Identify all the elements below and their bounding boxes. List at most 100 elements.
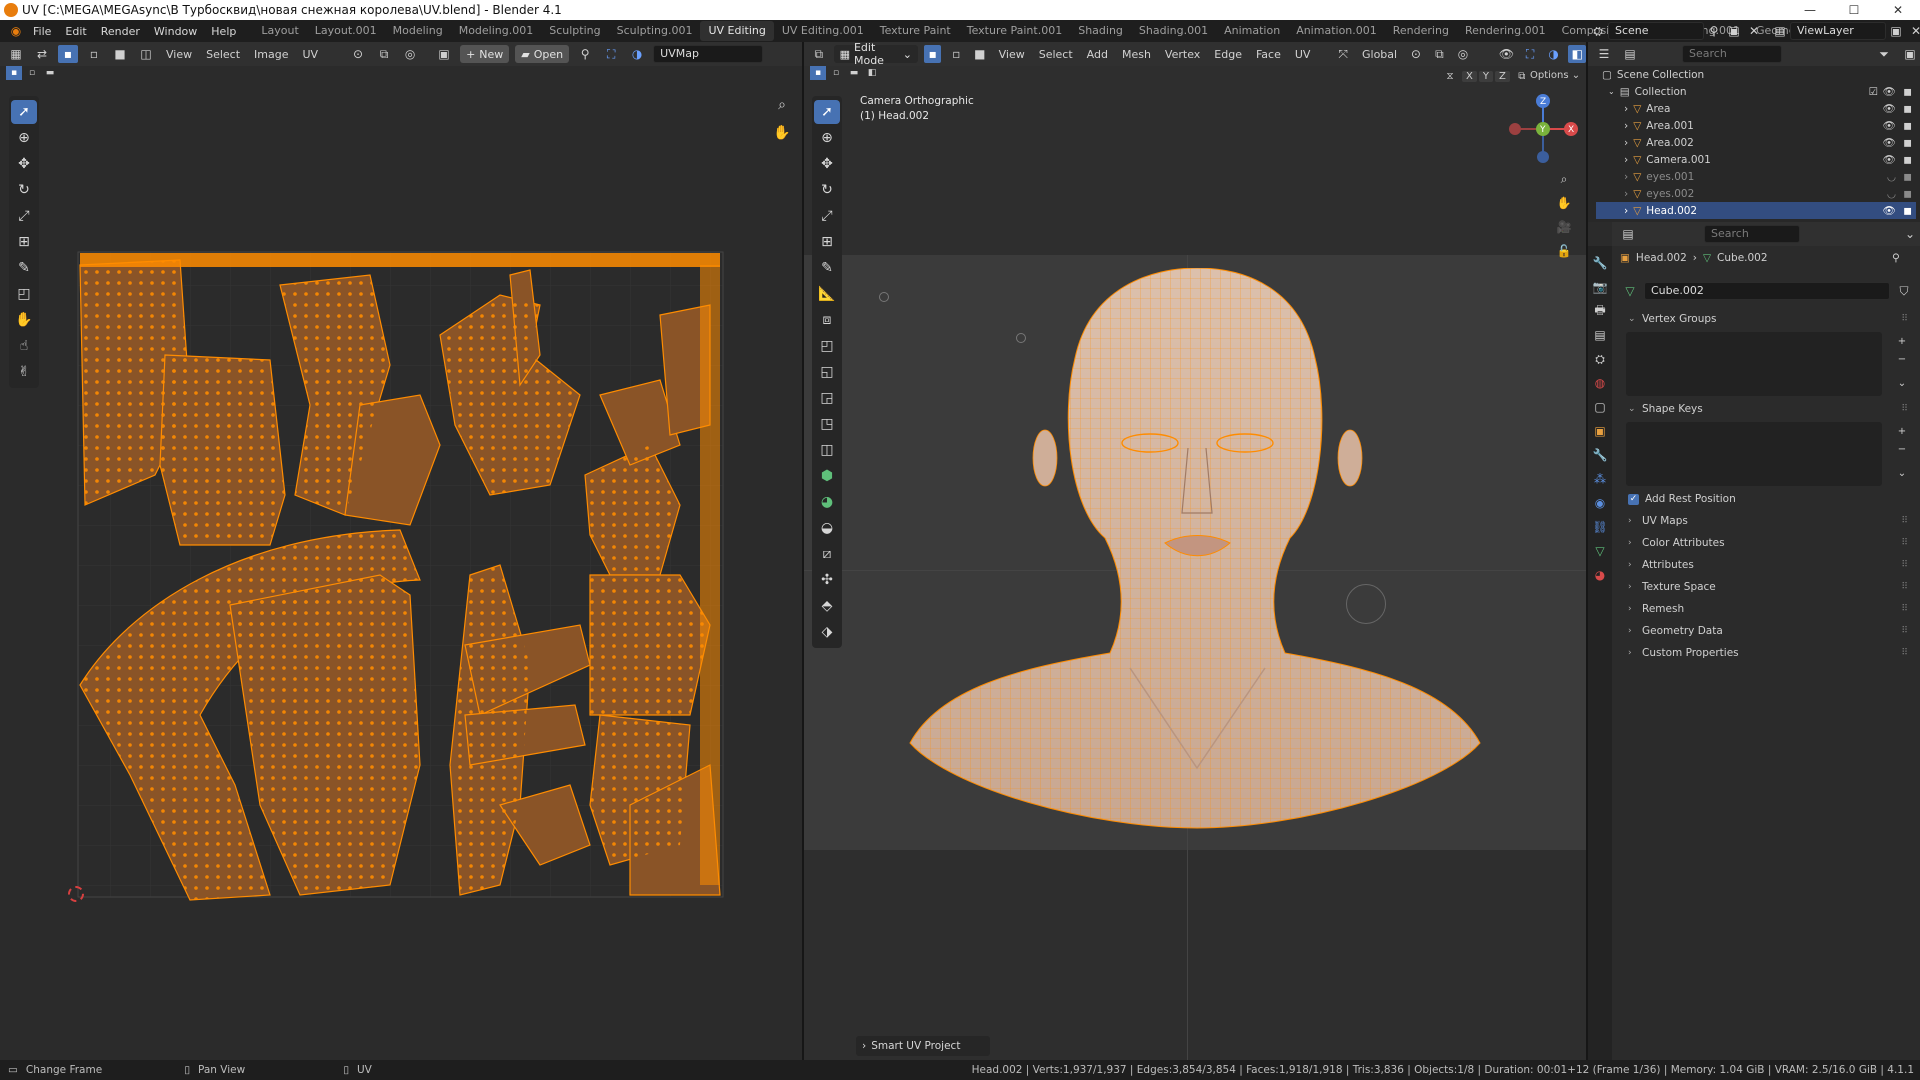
properties-section[interactable]: › Attributes ⠿ [1614, 554, 1916, 576]
options-icon[interactable]: ⌄ [1900, 225, 1920, 243]
properties-section[interactable]: › Texture Space ⠿ [1614, 576, 1916, 598]
pan-icon[interactable]: ✋ [1554, 194, 1574, 212]
light-gizmo-1[interactable] [879, 292, 889, 302]
vertex-groups-section[interactable]: ⌄ Vertex Groups ⠿ [1614, 308, 1916, 330]
select-subtract-icon[interactable]: ▬ [846, 66, 862, 80]
workspace-tab[interactable]: Animation [1216, 21, 1288, 41]
uv-menu-image[interactable]: Image [250, 48, 292, 61]
vertex-mode-icon[interactable]: ▪ [923, 45, 942, 63]
visibility-eye-icon[interactable]: 👁 [1883, 119, 1896, 132]
rip-region-tool-icon[interactable]: ⬗ [814, 620, 840, 644]
viewlayer-name-field[interactable]: ViewLayer [1790, 22, 1886, 40]
workspace-tab[interactable]: Rendering.001 [1457, 21, 1554, 41]
vp-menu-vertex[interactable]: Vertex [1161, 48, 1204, 61]
properties-section[interactable]: › Custom Properties ⠿ [1614, 642, 1916, 664]
cursor-tool-icon[interactable]: ⊕ [814, 126, 840, 150]
modifier-tab-icon[interactable]: 🔧 [1590, 446, 1610, 464]
particles-tab-icon[interactable]: ⁂ [1590, 470, 1610, 488]
proportional-edit-icon[interactable]: ◎ [1454, 45, 1472, 63]
chevron-right-icon[interactable]: › [1624, 137, 1628, 149]
select-extend-icon[interactable]: ▫ [828, 66, 844, 80]
pivot-point-icon[interactable]: ⊙ [1407, 45, 1425, 63]
scene-name-field[interactable]: Scene [1608, 22, 1704, 40]
move-tool-icon[interactable]: ✥ [11, 152, 37, 176]
island-select-icon[interactable]: ◫ [136, 45, 156, 63]
zoom-icon[interactable]: ⌕ [1554, 170, 1574, 188]
add-cube-tool-icon[interactable]: ⧈ [814, 308, 840, 332]
tool-tab-icon[interactable]: 🔧 [1590, 254, 1610, 272]
pivot-icon[interactable]: ⊙ [348, 45, 368, 63]
shape-keys-section[interactable]: ⌄ Shape Keys ⠿ [1614, 398, 1916, 420]
chevron-right-icon[interactable]: › [1624, 188, 1628, 200]
checkbox-icon[interactable]: ☑ [1869, 86, 1878, 98]
maximize-icon[interactable]: ☐ [1832, 0, 1876, 20]
visibility-eye-icon[interactable]: 👁 [1883, 85, 1896, 98]
render-camera-icon[interactable]: ◼ [1903, 205, 1912, 217]
select-extend-icon[interactable]: ▫ [24, 66, 40, 80]
editor-type-icon[interactable]: ▦ [6, 45, 26, 63]
edge-mode-icon[interactable]: ▫ [947, 45, 965, 63]
workspace-tab[interactable]: Shading [1070, 21, 1131, 41]
shrink-fatten-tool-icon[interactable]: ✣ [814, 568, 840, 592]
drag-grip-icon[interactable]: ⠿ [1901, 314, 1908, 324]
outliner-item[interactable]: › ▽ Head.002 👁 ◼ [1596, 202, 1916, 219]
outliner-item[interactable]: › ▽ eyes.001 ◡ ◼ [1596, 168, 1916, 185]
new-collection-icon[interactable]: ▣ [1900, 45, 1920, 63]
shear-tool-icon[interactable]: ⬘ [814, 594, 840, 618]
properties-section[interactable]: › Remesh ⠿ [1614, 598, 1916, 620]
vp-menu-mesh[interactable]: Mesh [1118, 48, 1155, 61]
delete-viewlayer-icon[interactable]: ✕ [1906, 22, 1920, 40]
drag-grip-icon[interactable]: ⠿ [1901, 404, 1908, 414]
shape-keys-listbox[interactable] [1626, 422, 1882, 486]
visibility-eye-icon[interactable]: ◡ [1887, 171, 1896, 183]
xray-icon[interactable]: ◧ [1568, 45, 1587, 63]
uv-2d-cursor-icon[interactable] [68, 886, 84, 902]
mesh-browse-icon[interactable]: ▽ [1620, 282, 1640, 300]
render-tab-icon[interactable]: 📷 [1590, 278, 1610, 296]
workspace-tab[interactable]: Modeling.001 [451, 21, 542, 41]
uv-menu-uv[interactable]: UV [299, 48, 323, 61]
relax-tool-icon[interactable]: ☝ [11, 334, 37, 358]
scene-collection-row[interactable]: ▢ Scene Collection [1596, 66, 1916, 83]
light-gizmo-2[interactable] [1016, 333, 1026, 343]
open-image-button[interactable]: ▰ Open [515, 45, 570, 63]
select-box-mode-icon[interactable]: ▪ [810, 66, 826, 80]
overlays-icon[interactable]: ◑ [1545, 45, 1563, 63]
add-rest-position-row[interactable]: ✓ Add Rest Position [1614, 488, 1916, 510]
bevel-tool-icon[interactable]: ◲ [814, 386, 840, 410]
smooth-tool-icon[interactable]: ◒ [814, 516, 840, 540]
transform-tool-icon[interactable]: ⊞ [11, 230, 37, 254]
drag-grip-icon[interactable]: ⠿ [1901, 538, 1908, 548]
face-mode-icon[interactable]: ■ [971, 45, 989, 63]
properties-search-input[interactable]: Search [1704, 225, 1800, 243]
shape-key-menu-icon[interactable]: ⌄ [1892, 464, 1912, 482]
render-camera-icon[interactable]: ◼ [1903, 86, 1912, 98]
outliner-item[interactable]: › ▽ Area.001 👁 ◼ [1596, 117, 1916, 134]
material-tab-icon[interactable]: ◕ [1590, 566, 1610, 584]
drag-grip-icon[interactable]: ⠿ [1901, 516, 1908, 526]
drag-grip-icon[interactable]: ⠿ [1901, 560, 1908, 570]
vp-menu-view[interactable]: View [995, 48, 1029, 61]
outliner-item[interactable]: › ▽ Area 👁 ◼ [1596, 100, 1916, 117]
uv-sculpt-icon[interactable]: ⛶ [601, 45, 621, 63]
poly-build-tool-icon[interactable]: ⬢ [814, 464, 840, 488]
outliner-item[interactable]: › ▽ eyes.002 ◡ ◼ [1596, 185, 1916, 202]
close-icon[interactable]: ✕ [1876, 0, 1920, 20]
vertex-select-icon[interactable]: ▪ [58, 45, 78, 63]
spin-tool-icon[interactable]: ◕ [814, 490, 840, 514]
vp-menu-face[interactable]: Face [1252, 48, 1285, 61]
move-tool-icon[interactable]: ✥ [814, 152, 840, 176]
menu-window[interactable]: Window [147, 25, 204, 38]
gizmo-icon[interactable]: ⛶ [1521, 45, 1539, 63]
snap-icon[interactable]: ⧉ [1431, 45, 1449, 63]
vp-menu-edge[interactable]: Edge [1210, 48, 1246, 61]
checkbox-checked-icon[interactable]: ✓ [1628, 493, 1639, 505]
pinch-tool-icon[interactable]: ✌ [11, 360, 37, 384]
display-mode-icon[interactable]: ▤ [1620, 45, 1640, 63]
uvmap-field[interactable]: UVMap [653, 45, 764, 63]
head-mesh[interactable] [900, 268, 1490, 838]
workspace-tab[interactable]: Sculpting.001 [609, 21, 701, 41]
visibility-eye-icon[interactable]: 👁 [1883, 204, 1896, 217]
outliner-search-input[interactable]: Search [1682, 45, 1782, 63]
extrude-tool-icon[interactable]: ◰ [814, 334, 840, 358]
